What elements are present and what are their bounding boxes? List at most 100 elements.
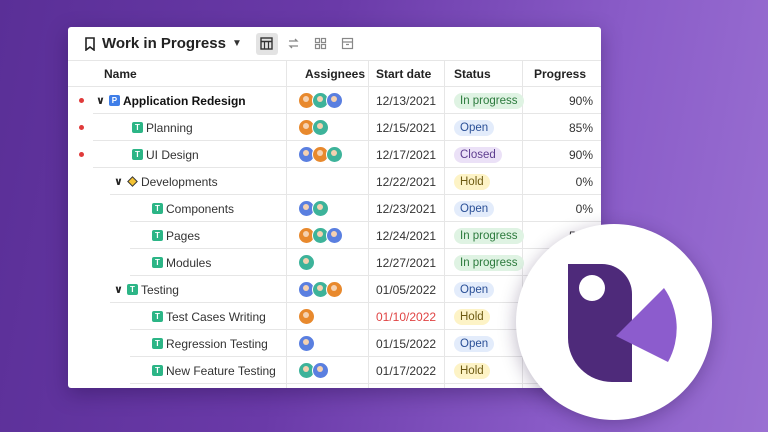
status-badge: Hold	[454, 362, 490, 379]
assignees-cell[interactable]	[298, 303, 315, 330]
assignees-cell[interactable]	[298, 222, 343, 249]
status-cell[interactable]: In progress	[454, 87, 524, 114]
status-badge: In progress	[454, 92, 524, 109]
start-date-cell[interactable]: 12/23/2021	[376, 195, 436, 222]
column-header-start-date[interactable]: Start date	[376, 67, 431, 81]
assignees-cell[interactable]	[298, 195, 329, 222]
avatar[interactable]	[326, 281, 343, 298]
page-title: Work in Progress	[102, 35, 226, 52]
view-toolbar	[255, 32, 364, 55]
avatar[interactable]	[312, 119, 329, 136]
archive-view-button[interactable]	[337, 33, 359, 55]
avatar[interactable]	[312, 200, 329, 217]
status-badge: Closed	[454, 146, 502, 163]
board-view-icon	[315, 37, 327, 50]
task-type-icon: T	[152, 311, 163, 322]
task-name[interactable]: New Feature Testing	[166, 364, 276, 378]
task-name[interactable]: Planning	[146, 121, 193, 135]
task-name[interactable]: Components	[166, 202, 234, 216]
priority-dot-icon	[79, 98, 84, 103]
task-type-icon: T	[132, 149, 143, 160]
swap-view-icon	[288, 38, 299, 49]
avatar[interactable]	[326, 92, 343, 109]
task-name-cell: T Planning	[132, 114, 193, 141]
task-name[interactable]: Developments	[141, 175, 218, 189]
task-name[interactable]: Pages	[166, 229, 200, 243]
priority-dot-icon	[79, 125, 84, 130]
avatar[interactable]	[298, 335, 315, 352]
status-cell[interactable]: Hold	[454, 168, 490, 195]
archive-view-icon	[342, 37, 354, 50]
task-type-icon: T	[132, 122, 143, 133]
progress-cell: 85%	[568, 120, 593, 135]
avatar-group	[298, 119, 329, 136]
start-date-cell[interactable]: 12/13/2021	[376, 87, 436, 114]
avatar[interactable]	[312, 362, 329, 379]
panel-header: Work in Progress ▼	[68, 27, 601, 61]
board-view-button[interactable]	[310, 33, 332, 55]
avatar-group	[298, 92, 343, 109]
column-header-status[interactable]: Status	[454, 67, 491, 81]
brand-logo	[516, 224, 712, 420]
assignees-cell[interactable]	[298, 249, 315, 276]
start-date-cell[interactable]: 01/10/2022	[376, 303, 436, 330]
task-name[interactable]: Application Redesign	[123, 94, 246, 108]
column-header-name[interactable]: Name	[104, 67, 137, 81]
assignees-cell[interactable]	[298, 87, 343, 114]
expand-chevron-icon[interactable]: ∨	[114, 283, 123, 296]
start-date-cell[interactable]: 12/17/2021	[376, 141, 436, 168]
assignees-cell[interactable]	[298, 114, 329, 141]
start-date-cell[interactable]: 01/17/2022	[376, 357, 436, 384]
status-cell[interactable]: Closed	[454, 141, 502, 168]
status-cell[interactable]: Hold	[454, 357, 490, 384]
status-cell[interactable]: In progress	[454, 249, 524, 276]
start-date-cell[interactable]: 12/27/2021	[376, 249, 436, 276]
view-selector[interactable]: Work in Progress ▼	[84, 35, 242, 52]
chevron-down-icon[interactable]: ▼	[232, 38, 242, 49]
table-row[interactable]: T UI Design 12/17/2021 Closed 90%	[68, 141, 601, 168]
status-cell[interactable]: Open	[454, 195, 495, 222]
table-row[interactable]: T Planning 12/15/2021 Open 85%	[68, 114, 601, 141]
column-header-assignees[interactable]: Assignees	[305, 67, 365, 81]
status-badge: Open	[454, 200, 495, 217]
start-date-cell[interactable]: 01/05/2022	[376, 276, 436, 303]
table-view-button[interactable]	[255, 32, 278, 55]
avatar[interactable]	[298, 308, 315, 325]
task-type-icon: T	[152, 203, 163, 214]
status-cell[interactable]: Open	[454, 330, 495, 357]
task-name-cell: T Regression Testing	[152, 330, 268, 357]
table-header-row: Name Assignees Start date Status Progres…	[68, 60, 601, 87]
table-row[interactable]: T Components 12/23/2021 Open 0%	[68, 195, 601, 222]
avatar-group	[298, 335, 315, 352]
expand-chevron-icon[interactable]: ∨	[114, 175, 123, 188]
status-cell[interactable]: Open	[454, 276, 495, 303]
swap-view-button[interactable]	[283, 33, 305, 55]
bookmark-icon	[85, 36, 95, 51]
task-name[interactable]: Regression Testing	[166, 337, 268, 351]
table-row[interactable]: ∨ P Application Redesign 12/13/2021 In progr…	[68, 87, 601, 114]
status-cell[interactable]: In progress	[454, 222, 524, 249]
assignees-cell[interactable]	[298, 330, 315, 357]
status-cell[interactable]: Open	[454, 114, 495, 141]
status-cell[interactable]: Hold	[454, 303, 490, 330]
task-name[interactable]: Modules	[166, 256, 211, 270]
task-type-icon: T	[152, 365, 163, 376]
start-date-cell[interactable]: 12/24/2021	[376, 222, 436, 249]
task-name[interactable]: Test Cases Writing	[166, 310, 266, 324]
task-name[interactable]: UI Design	[146, 148, 199, 162]
task-name[interactable]: Testing	[141, 283, 179, 297]
avatar[interactable]	[298, 254, 315, 271]
assignees-cell[interactable]	[298, 141, 343, 168]
table-row[interactable]: ∨ Developments 12/22/2021 Hold 0%	[68, 168, 601, 195]
avatar[interactable]	[326, 146, 343, 163]
column-header-progress[interactable]: Progress	[534, 67, 586, 81]
milestone-icon	[126, 176, 138, 187]
start-date-cell[interactable]: 12/15/2021	[376, 114, 436, 141]
assignees-cell[interactable]	[298, 357, 329, 384]
start-date-cell[interactable]: 12/22/2021	[376, 168, 436, 195]
assignees-cell[interactable]	[298, 276, 343, 303]
task-type-icon: T	[126, 284, 138, 295]
expand-chevron-icon[interactable]: ∨	[96, 94, 105, 107]
avatar[interactable]	[326, 227, 343, 244]
start-date-cell[interactable]: 01/15/2022	[376, 330, 436, 357]
